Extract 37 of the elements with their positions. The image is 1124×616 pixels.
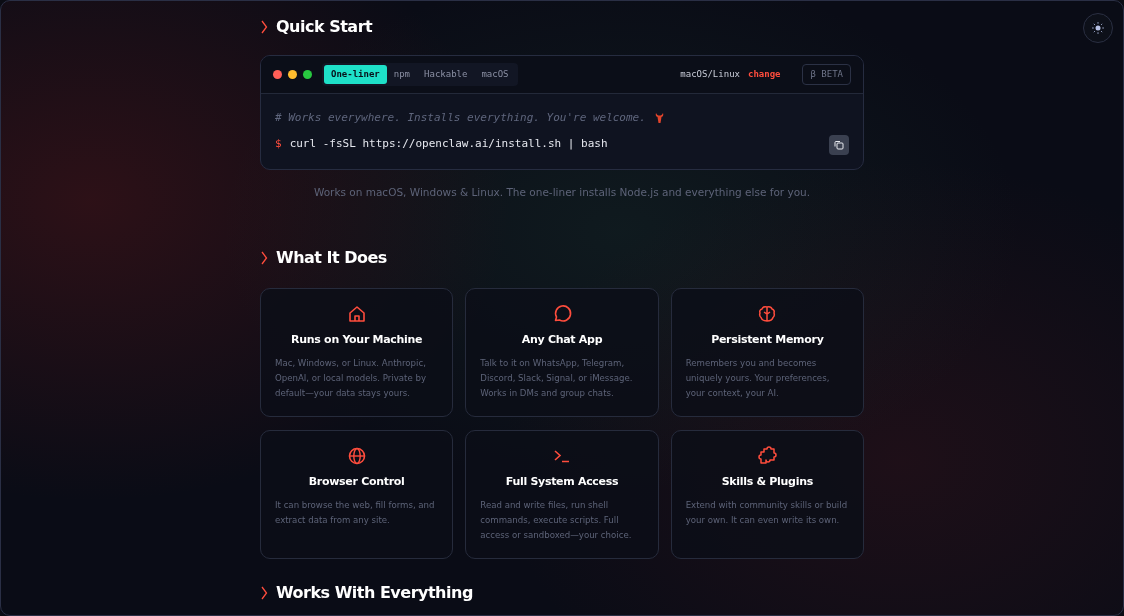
install-tab[interactable]: One-liner (324, 64, 387, 85)
beta-button[interactable]: β BETA (802, 63, 851, 86)
section-heading: Works With Everything (276, 582, 473, 605)
theme-toggle-button[interactable] (1083, 13, 1113, 43)
chevron-icon (260, 586, 268, 601)
chevron-icon (260, 20, 268, 34)
feature-title: Skills & Plugins (720, 474, 814, 491)
section-heading: What It Does (276, 247, 387, 270)
feature-title: Any Chat App (520, 332, 604, 349)
feature-description: Remembers you and becomes uniquely yours. Your preferences, your context, your AI. (685, 356, 831, 400)
feature-description: It can browse the web, fill forms, and extract data from any site. (275, 498, 436, 527)
change-link[interactable]: change (747, 67, 781, 82)
window-dot (303, 70, 312, 79)
feature-title: Runs on Your Machine (290, 332, 424, 349)
window-dot (273, 70, 282, 79)
feature-title: Browser Control (307, 474, 406, 491)
sun-icon (1092, 22, 1104, 34)
code-comment: # Works everywhere. Installs everything. You're welcome. (275, 110, 646, 126)
feature-title: Persistent Memory (710, 332, 825, 349)
feature-description: Mac, Windows, or Linux. Anthropic, OpenAI, or local models. Private by default—your data stays yours. (275, 356, 428, 400)
prompt-symbol: $ (275, 136, 282, 153)
feature-title: Full System Access (504, 474, 620, 491)
install-note: Works on macOS, Windows & Linux. The one-liner installs Node.js and everything else for you. (312, 184, 812, 200)
install-command: curl -fsSL https://openclaw.ai/install.sh | bash (289, 136, 609, 153)
os-label: macOS/Linux (680, 67, 740, 81)
feature-description: Talk to it on WhatsApp, Telegram, Discord, Slack, Signal, or iMessage. Works in DMs and group chats. (480, 356, 634, 400)
install-tab[interactable]: npm (386, 64, 418, 85)
section-heading: Quick Start (276, 16, 373, 38)
window-dot (288, 70, 297, 79)
install-tab[interactable]: Hackable (417, 64, 475, 85)
feature-description: Read and write files, run shell commands, execute scripts. Full access or sandboxed—your choice. (480, 498, 633, 542)
install-tab[interactable]: macOS (474, 64, 516, 85)
feature-description: Extend with community skills or build your own. It can even write its own. (685, 498, 849, 527)
puzzle-icon (756, 444, 779, 467)
copy-button[interactable] (829, 134, 849, 155)
chevron-icon (260, 251, 268, 266)
copy-icon (834, 139, 844, 150)
